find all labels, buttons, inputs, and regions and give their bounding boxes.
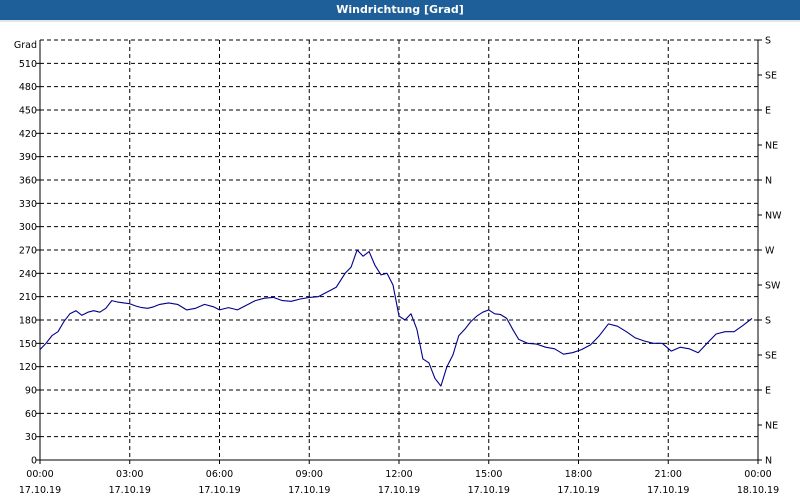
y-axis-left: 0 30 60 90 120 150 180 210 240 270 300 330 360 390 420… <box>14 40 40 467</box>
y-tick-label: 390 <box>19 152 37 163</box>
series-line-wind-direction <box>39 249 753 387</box>
y-tick-label: 240 <box>19 269 37 280</box>
x-tick-date: 17.10.19 <box>647 485 689 496</box>
y-tick-label: 180 <box>19 316 37 327</box>
x-tick-date: 17.10.19 <box>288 485 330 496</box>
x-tick-time: 00:00 <box>26 469 53 480</box>
y-tick-label: 510 <box>19 59 37 70</box>
y-tick-label: 150 <box>19 339 37 350</box>
y-tick-label: 270 <box>19 246 37 257</box>
right-tick-label: SW <box>765 281 781 292</box>
y-tick-label: 420 <box>19 129 37 140</box>
y-tick-label: 60 <box>25 409 37 420</box>
x-tick-time: 06:00 <box>206 469 233 480</box>
x-tick-date: 17.10.19 <box>198 485 240 496</box>
right-tick-label: SE <box>765 71 777 82</box>
right-tick-label: S <box>765 316 771 327</box>
x-tick-time: 15:00 <box>475 469 502 480</box>
right-tick-label: NE <box>765 421 778 432</box>
y-tick-label: 480 <box>19 82 37 93</box>
x-axis: 00:00 17.10.19 03:00 17.10.19 06:00 17.10.19 0… <box>19 460 779 496</box>
x-tick-date: 17.10.19 <box>378 485 420 496</box>
x-tick-time: 00:00 <box>744 469 771 480</box>
y-tick-label: 120 <box>19 362 37 373</box>
y-tick-label: 330 <box>19 199 37 210</box>
x-tick-date: 17.10.19 <box>468 485 510 496</box>
right-tick-label: N <box>765 456 772 467</box>
series <box>39 249 753 387</box>
x-tick-date: 17.10.19 <box>109 485 151 496</box>
x-tick-date: 17.10.19 <box>19 485 61 496</box>
right-tick-label: E <box>765 386 771 397</box>
y-tick-label: 0 <box>31 456 37 467</box>
y-tick-label: 360 <box>19 176 37 187</box>
x-tick-time: 03:00 <box>116 469 143 480</box>
right-tick-label: S <box>765 36 771 47</box>
x-tick-time: 09:00 <box>296 469 323 480</box>
x-tick-date: 17.10.19 <box>557 485 599 496</box>
y-tick-label: 300 <box>19 222 37 233</box>
y-tick-label: 90 <box>25 386 37 397</box>
y-axis-right: N NE E SE S SW W NW N NE E SE S <box>758 36 782 467</box>
grid <box>40 39 758 460</box>
right-tick-label: E <box>765 106 771 117</box>
right-tick-label: N <box>765 176 772 187</box>
right-tick-label: W <box>765 246 775 257</box>
right-tick-label: SE <box>765 351 777 362</box>
x-tick-time: 21:00 <box>655 469 682 480</box>
right-tick-label: NE <box>765 141 778 152</box>
y-tick-label: 210 <box>19 292 37 303</box>
y-axis-title: Grad <box>14 40 37 51</box>
x-tick-time: 18:00 <box>565 469 592 480</box>
right-tick-label: NW <box>765 211 782 222</box>
x-tick-date: 18.10.19 <box>737 485 779 496</box>
y-tick-label: 450 <box>19 106 37 117</box>
x-tick-time: 12:00 <box>385 469 412 480</box>
y-tick-label: 30 <box>25 432 37 443</box>
wind-direction-chart: 0 30 60 90 120 150 180 210 240 270 300 330 360 390 420… <box>14 36 782 497</box>
